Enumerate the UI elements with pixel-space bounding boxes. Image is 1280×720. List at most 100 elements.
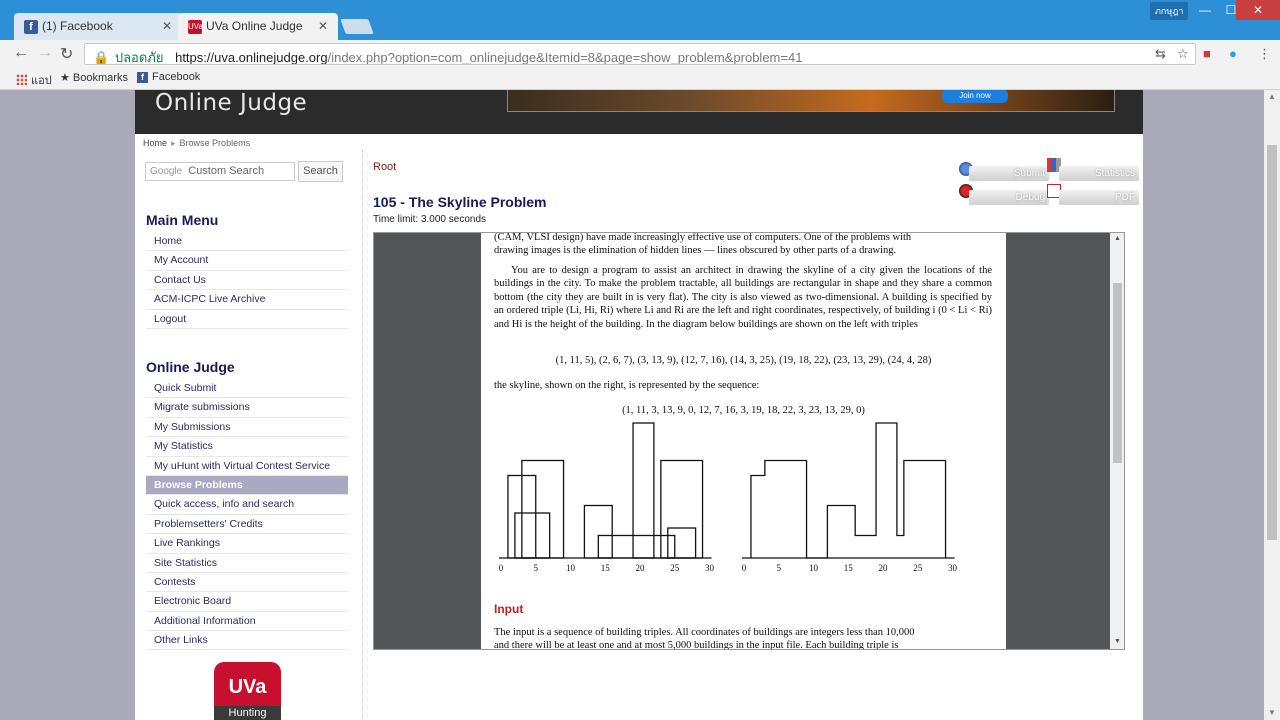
oj-menu-item[interactable]: Live Rankings <box>146 534 348 554</box>
submit-button[interactable]: Submit <box>969 166 1049 181</box>
oj-menu-item[interactable]: Site Statistics <box>146 554 348 573</box>
reload-icon[interactable]: ↻ <box>60 44 73 64</box>
skyline-path <box>750 422 947 559</box>
pdf-page: (CAM, VLSI design) have made increasingl… <box>481 233 1006 649</box>
building-rect <box>597 534 676 559</box>
time-limit: Time limit: 3.000 seconds <box>373 214 487 225</box>
skyline-figure: 0 5 10 15 20 25 30 0 5 10 15 20 25 30 <box>499 422 958 573</box>
uva-icon: UVa <box>188 20 203 34</box>
back-arrow-icon[interactable]: ← <box>13 44 29 62</box>
chevron-right-icon: ▸ <box>171 138 176 148</box>
pdf-scrollbar[interactable]: ▲ ▼ <box>1110 233 1124 649</box>
site-container: Online Judge Join now Home ▸ Browse Proble… <box>135 90 1143 720</box>
bookmark-bookmarks[interactable]: ★ Bookmarks <box>60 71 128 84</box>
axis-tick-label: 25 <box>913 563 923 573</box>
oj-menu-item[interactable]: Browse Problems <box>146 475 348 496</box>
axis-tick-label: 0 <box>742 563 747 573</box>
building-rect <box>514 512 551 559</box>
breadcrumb: Home ▸ Browse Problems <box>143 138 250 149</box>
search-button[interactable]: Search <box>298 161 343 182</box>
page-viewport: Online Judge Join now Home ▸ Browse Proble… <box>7 90 1264 720</box>
debug-button[interactable]: Debug <box>969 190 1049 205</box>
minimize-icon[interactable]: — <box>1192 0 1218 20</box>
window-close-icon[interactable]: ✕ <box>1236 0 1280 20</box>
main-menu-item[interactable]: ACM-ICPC Live Archive <box>146 290 348 310</box>
pdf-text-line: The input is a sequence of building trip… <box>494 627 915 638</box>
building-rect <box>660 459 704 559</box>
oj-menu-item[interactable]: Additional Information <box>146 612 348 632</box>
axis-tick-label: 15 <box>601 563 611 573</box>
pdf-text-line: drawing images is the elimination of hid… <box>494 245 897 256</box>
skype-icon[interactable]: ● <box>1229 46 1237 61</box>
search-input[interactable]: Google Custom Search <box>145 162 295 181</box>
close-icon[interactable]: ✕ <box>318 19 328 33</box>
oj-menu-item[interactable]: Quick access, info and search <box>146 495 348 515</box>
oj-menu-item[interactable]: My Submissions <box>146 418 348 438</box>
pdf-button[interactable]: PDF <box>1059 190 1139 205</box>
forward-arrow-icon[interactable]: → <box>37 44 53 62</box>
bookmark-facebook[interactable]: f Facebook <box>137 71 200 83</box>
bookmark-label: Bookmarks <box>72 72 128 84</box>
logo-text: UVa <box>228 676 267 698</box>
axis-tick-label: 30 <box>705 563 715 573</box>
breadcrumb-home[interactable]: Home <box>143 138 167 148</box>
close-icon[interactable]: ✕ <box>162 19 172 33</box>
page-scroll-thumb[interactable] <box>1267 145 1277 540</box>
axis-tick-label: 10 <box>566 563 576 573</box>
pdf-input-heading: Input <box>494 602 524 616</box>
main-menu-item[interactable]: My Account <box>146 251 348 271</box>
pdf-viewer[interactable]: (CAM, VLSI design) have made increasingl… <box>373 232 1125 650</box>
pdf-triples: (1, 11, 5), (2, 6, 7), (3, 13, 9), (12, … <box>555 355 932 366</box>
problem-title: 105 - The Skyline Problem <box>373 194 547 210</box>
browser-titlebar: f (1) Facebook ✕ UVa UVa Online Judge ✕ … <box>0 0 1280 40</box>
user-profile-badge[interactable]: ภกษุฎา <box>1150 2 1189 20</box>
scroll-up-icon[interactable]: ▲ <box>1114 235 1121 242</box>
new-tab-button[interactable] <box>340 19 374 34</box>
oj-menu-item[interactable]: Other Links <box>146 631 348 651</box>
translate-icon[interactable]: ⇆ <box>1155 46 1166 62</box>
bookmarks-bar: แอป ★ Bookmarks f Facebook <box>0 68 1280 90</box>
page-scrollbar[interactable]: ▲ ▼ <box>1264 90 1280 720</box>
oj-menu-item[interactable]: Quick Submit <box>146 379 348 399</box>
oj-menu-item[interactable]: Electronic Board <box>146 592 348 612</box>
axis-tick-label: 15 <box>844 563 854 573</box>
oj-menu-item[interactable]: Contests <box>146 573 348 593</box>
pdf-paragraph: You are to design a program to assist an… <box>494 265 992 330</box>
pdf-scroll-thumb[interactable] <box>1113 283 1122 463</box>
browser-toolbar: ← → ↻ 🔒 ปลอดภัย https://uva.onlinejudge.… <box>0 40 1280 68</box>
online-judge-heading: Online Judge <box>146 359 235 375</box>
star-icon: ★ <box>60 72 73 84</box>
bookmark-label: แอป <box>31 75 52 87</box>
ad-join-button[interactable]: Join now <box>942 90 1008 103</box>
axis-tick-label: 5 <box>777 563 782 573</box>
star-icon[interactable]: ☆ <box>1177 46 1189 62</box>
scroll-up-icon[interactable]: ▲ <box>1268 92 1276 101</box>
oj-menu-item[interactable]: My uHunt with Virtual Contest Service <box>146 457 348 476</box>
bookmark-apps[interactable]: แอป <box>16 71 52 89</box>
scroll-down-icon[interactable]: ▼ <box>1114 638 1121 645</box>
extension-icon[interactable]: ■ <box>1203 46 1211 61</box>
oj-menu-item[interactable]: Migrate submissions <box>146 398 348 418</box>
scroll-down-icon[interactable]: ▼ <box>1268 708 1276 717</box>
statistics-button[interactable]: Statistics <box>1059 166 1139 181</box>
pdf-text-line: the skyline, shown on the right, is repr… <box>494 380 760 391</box>
axis-tick-label: 20 <box>879 563 889 573</box>
menu-dots-icon[interactable]: ⋮ <box>1258 46 1271 62</box>
oj-menu-item[interactable]: Problemsetters' Credits <box>146 515 348 535</box>
main-menu-item[interactable]: Contact Us <box>146 271 348 291</box>
tab-uva[interactable]: UVa UVa Online Judge ✕ <box>178 13 338 40</box>
main-menu-item[interactable]: Logout <box>146 310 348 329</box>
bookmark-label: Facebook <box>152 71 201 83</box>
ad-banner[interactable]: Join now <box>507 90 1115 112</box>
breadcrumb-current[interactable]: Browse Problems <box>180 138 251 148</box>
oj-menu-item[interactable]: My Statistics <box>146 437 348 457</box>
tab-title: UVa Online Judge <box>206 19 303 33</box>
axis-tick-label: 10 <box>809 563 819 573</box>
tab-title: (1) Facebook <box>42 19 113 33</box>
uva-logo[interactable]: UVa Hunting <box>214 662 281 720</box>
tab-facebook[interactable]: f (1) Facebook ✕ <box>14 13 182 40</box>
root-link[interactable]: Root <box>373 161 396 173</box>
main-menu-item[interactable]: Home <box>146 232 348 252</box>
building-rect <box>632 422 655 559</box>
address-bar[interactable]: 🔒 ปลอดภัย https://uva.onlinejudge.org/in… <box>84 43 1196 65</box>
